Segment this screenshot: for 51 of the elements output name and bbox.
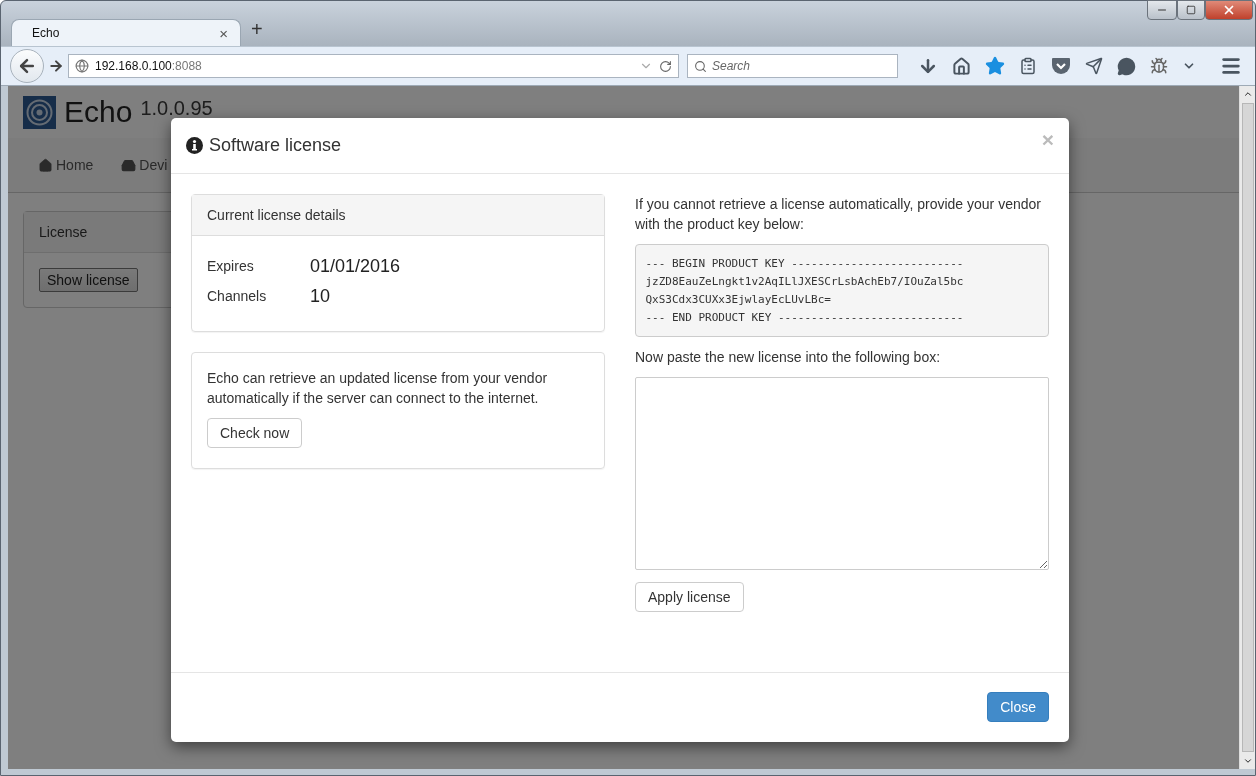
bug-icon[interactable] bbox=[1150, 57, 1168, 75]
auto-update-text: Echo can retrieve an updated license from your vendor automatically if the server can connect to the internet. bbox=[207, 369, 549, 408]
close-icon bbox=[1222, 3, 1236, 17]
url-text: 192.168.0.100:8088 bbox=[95, 59, 203, 73]
detail-label: Expires bbox=[207, 257, 255, 276]
send-icon[interactable] bbox=[1085, 57, 1103, 75]
reading-list-icon[interactable] bbox=[1019, 57, 1037, 75]
close-button[interactable]: Close bbox=[987, 692, 1049, 722]
nav-link[interactable]: Devi bbox=[121, 157, 168, 173]
show-license-button[interactable]: Show license bbox=[39, 268, 138, 292]
instructions-text: If you cannot retrieve a license automatically, provide your vendor with the product key below: bbox=[635, 195, 1042, 234]
download-icon[interactable] bbox=[918, 56, 938, 76]
nav-link[interactable]: Home bbox=[38, 157, 94, 173]
new-tab-button[interactable]: + bbox=[251, 18, 263, 41]
scrollbar[interactable] bbox=[1239, 86, 1255, 769]
info-icon bbox=[186, 137, 203, 154]
home-icon bbox=[38, 157, 53, 173]
dialog-title: Software license bbox=[209, 135, 343, 156]
detail-label: Channels bbox=[207, 287, 268, 306]
paste-label: Now paste the new license into the following box: bbox=[635, 348, 942, 367]
globe-icon bbox=[75, 59, 89, 73]
card-title: Current license details bbox=[192, 195, 604, 236]
minimize-button[interactable] bbox=[1147, 0, 1177, 20]
bookmark-star-icon[interactable] bbox=[985, 56, 1005, 76]
menu-icon[interactable] bbox=[1220, 55, 1242, 77]
forward-button[interactable] bbox=[48, 58, 64, 74]
app-name: Echo bbox=[64, 97, 133, 127]
app-logo bbox=[23, 95, 56, 129]
chat-icon[interactable] bbox=[1117, 56, 1136, 76]
license-field[interactable] bbox=[635, 377, 1049, 570]
window-close-button[interactable] bbox=[1205, 0, 1253, 20]
maximize-button[interactable] bbox=[1177, 0, 1205, 20]
check-now-button[interactable]: Check now bbox=[207, 418, 303, 448]
scroll-up-icon[interactable] bbox=[1242, 89, 1253, 99]
home-icon[interactable] bbox=[952, 56, 971, 76]
apply-license-button[interactable]: Apply license bbox=[635, 582, 744, 612]
back-button[interactable] bbox=[10, 49, 44, 83]
address-bar[interactable]: 192.168.0.100:8088 bbox=[68, 54, 679, 78]
app-version: 1.0.0.95 bbox=[140, 98, 213, 118]
reload-icon[interactable] bbox=[659, 59, 672, 73]
scroll-down-icon[interactable] bbox=[1242, 756, 1253, 766]
search-field[interactable]: Search bbox=[687, 54, 898, 78]
maximize-icon bbox=[1186, 5, 1196, 15]
detail-value: 10 bbox=[310, 286, 332, 306]
search-icon bbox=[694, 59, 707, 73]
detail-value: 01/01/2016 bbox=[310, 256, 402, 276]
product-key-block: --- BEGIN PRODUCT KEY -------------------------- jzZD8EauZeLngkt1v2AqILlJXESCrLsbAchEb7/IOuZal5bc QxS3Cdx3CUXx3EjwlayEcLUvLBc= --- END PRODUCT KEY ---------------------------- bbox=[635, 244, 1049, 337]
tab-close-button[interactable]: × bbox=[219, 24, 228, 42]
tab-title: Echo bbox=[32, 26, 60, 40]
browser-tab[interactable]: Echo × bbox=[11, 19, 241, 46]
pocket-icon[interactable] bbox=[1051, 57, 1071, 75]
